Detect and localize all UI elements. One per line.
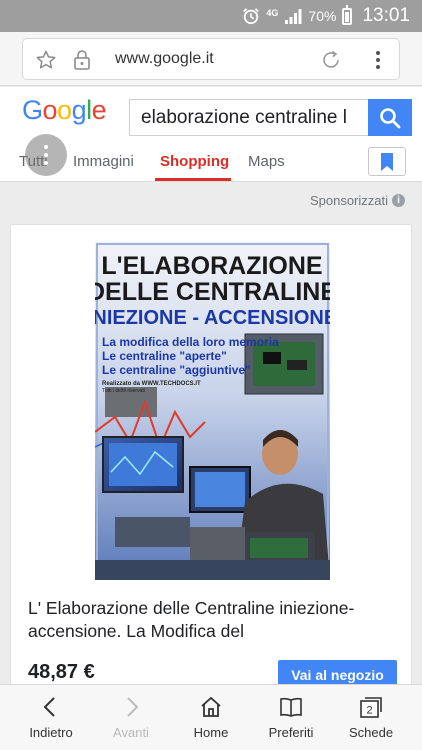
google-header: Google elaborazione centraline l Tutti I… — [0, 87, 422, 182]
search-button[interactable] — [368, 99, 412, 136]
nav-tabs-label: Schede — [348, 725, 394, 740]
battery-percent: 70% — [308, 8, 337, 24]
google-logo-letter: G — [22, 95, 43, 125]
search-icon — [380, 108, 401, 129]
sponsored-label: Sponsorizzati i — [310, 193, 405, 208]
clock: 13:01 — [362, 5, 410, 26]
browser-bottom-nav: Indietro Avanti Home Preferiti 2 Schede — [0, 684, 422, 750]
tab-immagini[interactable]: Immagini — [73, 153, 134, 170]
nav-forward-label: Avanti — [113, 725, 149, 740]
google-logo-letter: o — [42, 95, 58, 125]
floating-menu-button[interactable] — [25, 134, 67, 176]
product-image[interactable]: L'ELABORAZIONE DELLE CENTRALINE INIEZION… — [95, 242, 330, 580]
product-title[interactable]: L' Elaborazione delle Centraline iniezio… — [28, 597, 408, 643]
battery-icon — [342, 4, 353, 25]
cover-title-line-1: L'ELABORAZIONE — [101, 252, 322, 280]
book-cover-illustration: L'ELABORAZIONE DELLE CENTRALINE INIEZION… — [95, 242, 330, 580]
lock-icon — [74, 50, 90, 70]
tabs-icon: 2 — [360, 697, 382, 718]
network-type: 4G — [266, 7, 279, 18]
signal-icon — [285, 9, 302, 24]
search-input[interactable]: elaborazione centraline l — [129, 99, 370, 136]
nav-bookmarks[interactable]: Preferiti — [251, 685, 331, 750]
tab-shopping[interactable]: Shopping — [160, 153, 229, 170]
nav-back-label: Indietro — [29, 725, 73, 740]
cover-subtitle-line-1: La modifica della loro memoria — [102, 335, 279, 349]
cover-credit-line-1: Realizzato da WWW.TECHDOCS.IT — [102, 381, 201, 387]
cover-subtitle-line-3: Le centraline "aggiuntive" — [102, 363, 251, 377]
home-icon — [201, 696, 221, 717]
product-card[interactable]: L'ELABORAZIONE DELLE CENTRALINE INIEZION… — [10, 224, 412, 694]
nav-tabs[interactable]: 2 Schede — [331, 685, 411, 750]
bookmark-icon — [381, 153, 393, 171]
search-query[interactable]: elaborazione centraline l — [141, 107, 347, 129]
tab-maps[interactable]: Maps — [248, 153, 285, 170]
address-bar[interactable]: www.google.it — [22, 38, 400, 80]
menu-icon[interactable] — [369, 49, 387, 71]
bookmarks-icon — [280, 697, 302, 717]
product-price: 48,87 € — [28, 661, 95, 683]
cover-credit-line-2: Tutti i diritti riservati — [102, 388, 145, 394]
cover-title-line-2: DELLE CENTRALINE — [95, 278, 330, 306]
active-tab-indicator — [155, 178, 231, 181]
star-icon[interactable] — [35, 49, 57, 71]
cover-subtitle-line-2: Le centraline "aperte" — [102, 349, 227, 363]
nav-back[interactable]: Indietro — [11, 685, 91, 750]
google-logo-letter: g — [71, 95, 87, 125]
back-icon — [43, 697, 55, 717]
alarm-icon — [243, 8, 260, 25]
info-icon[interactable]: i — [392, 194, 405, 207]
google-logo-letter: e — [91, 95, 107, 125]
google-logo-letter: o — [57, 95, 72, 125]
nav-bookmarks-label: Preferiti — [268, 725, 314, 740]
url-text[interactable]: www.google.it — [115, 50, 214, 68]
forward-icon — [127, 697, 139, 717]
browser-toolbar: www.google.it — [0, 32, 422, 86]
google-logo[interactable]: Google — [22, 95, 107, 126]
nav-home-label: Home — [193, 725, 229, 740]
status-bar: 4G 70% 13:01 — [0, 0, 422, 32]
nav-forward[interactable]: Avanti — [91, 685, 171, 750]
cover-title-line-3: INIEZIONE - ACCENSIONE — [95, 307, 330, 329]
reload-icon[interactable] — [319, 48, 343, 72]
nav-home[interactable]: Home — [171, 685, 251, 750]
saved-items-button[interactable] — [368, 147, 406, 176]
tabs-count: 2 — [366, 705, 372, 717]
